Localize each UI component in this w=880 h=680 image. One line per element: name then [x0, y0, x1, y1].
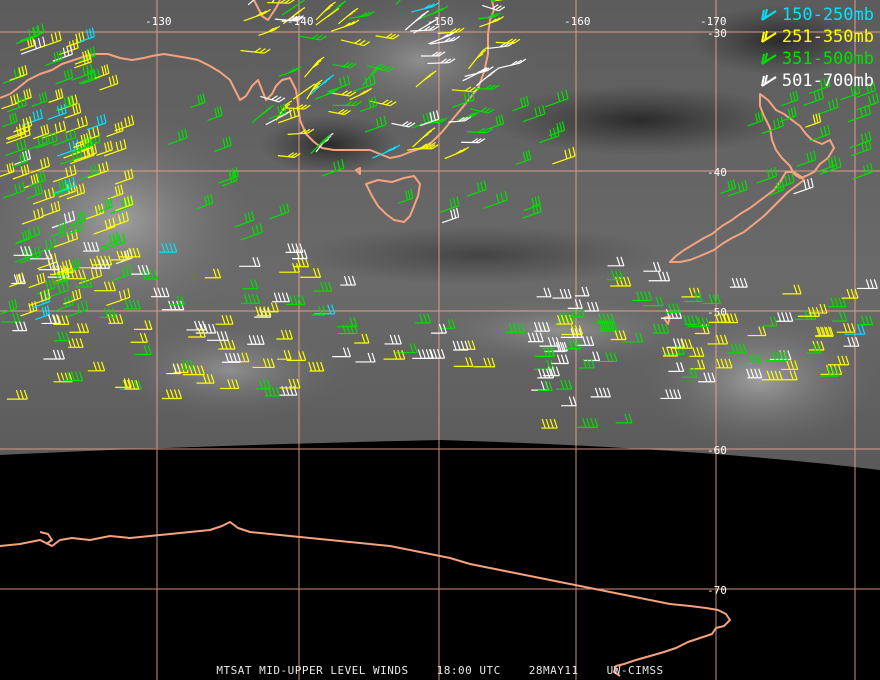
image-caption: MTSAT MID-UPPER LEVEL WINDS 18:00 UTC 28MA…: [0, 664, 880, 680]
caption-source: UW-CIMSS: [606, 664, 664, 677]
legend-label: 351-500mb: [781, 49, 874, 69]
legend-item-351-500mb: 351-500mb: [760, 48, 874, 70]
legend-item-501-700mb: 501-700mb: [760, 70, 874, 92]
lon-label: -150: [427, 15, 454, 28]
satellite-imagery: [0, 0, 880, 680]
lat-label: -40: [707, 166, 727, 179]
legend-item-150-250mb: 150-250mb: [760, 4, 874, 26]
legend-label: 150-250mb: [781, 5, 874, 25]
lon-label: -140: [287, 15, 314, 28]
wind-barb-icon: [760, 30, 777, 43]
lat-label: -60: [707, 444, 727, 457]
legend-label: 251-350mb: [781, 27, 874, 47]
pressure-level-legend: 150-250mb 251-350mb 351-500mb 501-700mb: [760, 4, 874, 92]
caption-product: MTSAT MID-UPPER LEVEL WINDS: [216, 664, 409, 677]
wind-barb-icon: [760, 52, 777, 65]
caption-date: 28MAY11: [528, 664, 579, 677]
lat-label: -30: [707, 27, 727, 40]
satellite-wind-map: -130 -140 -150 -160 -170 -30 -40 -50 -60…: [0, 0, 880, 680]
lon-label: -160: [564, 15, 591, 28]
legend-item-251-350mb: 251-350mb: [760, 26, 874, 48]
wind-barb-icon: [760, 8, 777, 21]
lon-label: -130: [145, 15, 172, 28]
wind-barb-icon: [760, 74, 777, 87]
legend-label: 501-700mb: [781, 71, 874, 91]
lat-label: -70: [707, 584, 727, 597]
caption-time: 18:00 UTC: [436, 664, 501, 677]
